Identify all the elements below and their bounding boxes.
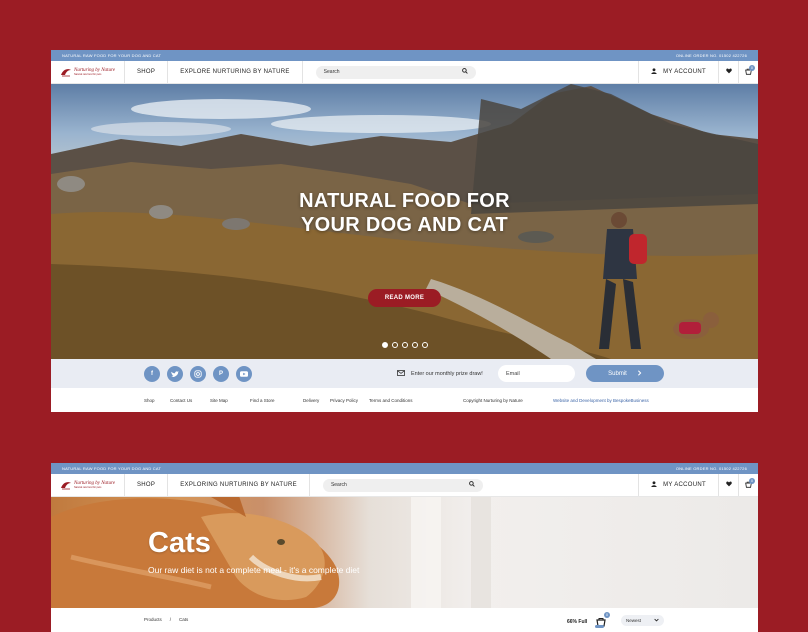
cart-count-badge: 0 bbox=[749, 478, 755, 484]
footer-link-sitemap[interactable]: Site Map bbox=[210, 398, 228, 403]
submit-label: Submit bbox=[608, 370, 627, 377]
cart-button[interactable]: 0 bbox=[738, 474, 758, 496]
sort-value: Newest bbox=[626, 618, 642, 623]
logo-mark-icon bbox=[60, 67, 72, 77]
my-account-button[interactable]: MY ACCOUNT bbox=[638, 61, 718, 83]
breadcrumb-products[interactable]: Products bbox=[144, 617, 162, 622]
heart-icon bbox=[725, 481, 732, 489]
carousel-dot[interactable] bbox=[401, 342, 408, 348]
logo-tagline: Natural raw food for pets bbox=[74, 485, 102, 489]
main-nav: Nurturing by Nature Natural raw food for… bbox=[51, 61, 758, 84]
read-more-button[interactable]: READ MORE bbox=[368, 289, 441, 307]
footer-link-delivery[interactable]: Delivery bbox=[303, 398, 319, 403]
twitter-icon[interactable] bbox=[167, 366, 183, 382]
footer-link-store[interactable]: Find a Store bbox=[250, 398, 275, 403]
logo-tagline: Natural raw food for pets bbox=[74, 72, 102, 76]
nav-explore[interactable]: EXPLORING NURTURING BY NATURE bbox=[168, 474, 310, 496]
homepage-screenshot: NATURAL RAW FOOD FOR YOUR DOG AND CAT ON… bbox=[51, 50, 758, 412]
search-input[interactable]: Search bbox=[322, 478, 483, 492]
search-icon[interactable] bbox=[461, 68, 468, 76]
cats-page-screenshot: NATURAL RAW FOOD FOR YOUR DOG AND CAT ON… bbox=[51, 463, 758, 632]
logo-name: Nurturing by Nature bbox=[74, 67, 115, 73]
breadcrumb: Products / Cats bbox=[144, 617, 188, 622]
logo[interactable]: Nurturing by Nature Natural raw food for… bbox=[51, 61, 125, 83]
cats-hero-banner: Cats bbox=[51, 497, 758, 608]
email-field[interactable]: Email bbox=[498, 365, 575, 382]
footer-link-terms[interactable]: Terms and Conditions bbox=[369, 398, 413, 403]
user-icon bbox=[651, 68, 657, 76]
email-placeholder: Email bbox=[506, 370, 520, 377]
main-nav: Nurturing by Nature Natural raw food for… bbox=[51, 474, 758, 497]
search-placeholder: Search bbox=[323, 69, 340, 75]
user-icon bbox=[651, 481, 657, 489]
order-phone[interactable]: ONLINE ORDER NO. 01502 422726 bbox=[676, 53, 747, 58]
wishlist-button[interactable] bbox=[718, 61, 738, 83]
submit-button[interactable]: Submit bbox=[586, 365, 664, 382]
footer: Shop Contact Us Site Map Find a Store De… bbox=[51, 388, 758, 412]
facebook-icon[interactable]: f bbox=[144, 366, 160, 382]
logo[interactable]: Nurturing by Nature Natural raw food for… bbox=[51, 474, 125, 496]
cart-count-badge: 0 bbox=[749, 65, 755, 71]
hero-title: NATURAL FOOD FOR YOUR DOG AND CAT bbox=[51, 189, 758, 237]
nav-explore[interactable]: EXPLORE NURTURING BY NATURE bbox=[168, 61, 303, 83]
search-icon[interactable] bbox=[469, 481, 475, 489]
nav-shop[interactable]: SHOP bbox=[125, 61, 169, 83]
hero-title-line-2: YOUR DOG AND CAT bbox=[300, 214, 509, 236]
top-bar: NATURAL RAW FOOD FOR YOUR DOG AND CAT ON… bbox=[51, 50, 758, 61]
top-bar: NATURAL RAW FOOD FOR YOUR DOG AND CAT ON… bbox=[51, 463, 758, 474]
fullness-bar bbox=[595, 625, 604, 628]
social-links: f P bbox=[144, 366, 252, 382]
wishlist-button[interactable] bbox=[718, 474, 738, 496]
sort-select[interactable]: Newest bbox=[621, 615, 664, 626]
breadcrumb-separator: / bbox=[169, 617, 172, 622]
footer-link-contact[interactable]: Contact Us bbox=[170, 398, 192, 403]
youtube-icon[interactable] bbox=[236, 366, 252, 382]
envelope-icon bbox=[397, 370, 405, 378]
tagline: NATURAL RAW FOOD FOR YOUR DOG AND CAT bbox=[62, 466, 162, 471]
prize-text: Enter our monthly prize draw! bbox=[411, 371, 483, 377]
box-count-badge: 0 bbox=[604, 612, 610, 618]
carousel-dot[interactable] bbox=[391, 342, 398, 348]
heart-icon bbox=[725, 68, 732, 76]
instagram-icon[interactable] bbox=[190, 366, 206, 382]
newsletter-bar: f P Enter our monthly prize draw! Email … bbox=[51, 359, 758, 388]
hero-banner: NATURAL FOOD FOR YOUR DOG AND CAT READ M… bbox=[51, 84, 758, 359]
order-phone[interactable]: ONLINE ORDER NO. 01502 422726 bbox=[676, 466, 747, 471]
carousel-dot[interactable] bbox=[421, 342, 428, 348]
prize-draw: Enter our monthly prize draw! bbox=[397, 370, 483, 378]
hero-title-line-1: NATURAL FOOD FOR bbox=[299, 190, 510, 212]
pinterest-icon[interactable]: P bbox=[213, 366, 229, 382]
footer-dev-credit[interactable]: Website and Development by BespokeBusine… bbox=[553, 398, 649, 403]
carousel-dot[interactable] bbox=[411, 342, 418, 348]
search-input[interactable]: Search bbox=[315, 65, 476, 79]
my-account-label: MY ACCOUNT bbox=[663, 69, 706, 75]
my-account-button[interactable]: MY ACCOUNT bbox=[638, 474, 718, 496]
carousel-dots bbox=[51, 342, 758, 348]
my-account-label: MY ACCOUNT bbox=[663, 482, 706, 488]
page-title: Cats bbox=[148, 527, 211, 559]
logo-mark-icon bbox=[60, 480, 72, 490]
chevron-right-icon bbox=[637, 369, 642, 378]
search-placeholder: Search bbox=[330, 482, 347, 488]
breadcrumb-current: Cats bbox=[179, 617, 189, 622]
box-fullness: 66% Full bbox=[567, 619, 588, 625]
chevron-down-icon bbox=[654, 618, 659, 623]
logo-name: Nurturing by Nature bbox=[74, 480, 115, 486]
cart-button[interactable]: 0 bbox=[738, 61, 758, 83]
page-subtitle: Our raw diet is not a complete meal - it… bbox=[148, 565, 360, 575]
footer-link-shop[interactable]: Shop bbox=[144, 398, 155, 403]
tagline: NATURAL RAW FOOD FOR YOUR DOG AND CAT bbox=[62, 53, 162, 58]
footer-link-privacy[interactable]: Privacy Policy bbox=[330, 398, 358, 403]
carousel-dot[interactable] bbox=[381, 342, 388, 348]
footer-copyright: Copyright Nurturing by Nature bbox=[463, 398, 523, 403]
nav-shop[interactable]: SHOP bbox=[125, 474, 169, 496]
